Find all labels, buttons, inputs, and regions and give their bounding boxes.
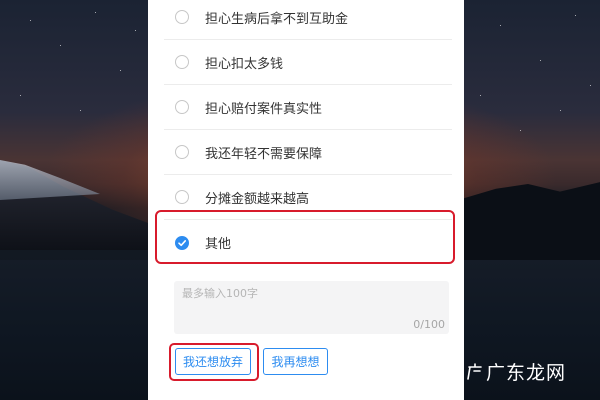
checkmark-icon xyxy=(178,239,186,246)
option-item[interactable]: 分摊金额越来越高 xyxy=(164,175,452,220)
survey-card: 担心生病后拿不到互助金 担心扣太多钱 担心赔付案件真实性 我还年轻不需要保障 分… xyxy=(148,0,464,400)
option-item[interactable]: 担心赔付案件真实性 xyxy=(164,85,452,130)
feedback-placeholder: 最多输入100字 xyxy=(182,287,258,300)
option-label: 担心生病后拿不到互助金 xyxy=(205,11,349,27)
character-counter: 0/100 xyxy=(413,318,445,331)
watermark: 广东龙网 xyxy=(466,358,566,385)
give-up-button[interactable]: 我还想放弃 xyxy=(175,348,251,375)
option-label: 我还年轻不需要保障 xyxy=(205,146,323,162)
rethink-button[interactable]: 我再想想 xyxy=(263,348,328,375)
watermark-text: 广东龙网 xyxy=(486,362,567,384)
option-item[interactable]: 我还年轻不需要保障 xyxy=(164,130,452,175)
option-item-selected[interactable]: 其他 xyxy=(164,220,452,265)
radio-icon[interactable] xyxy=(175,10,189,24)
option-label: 其他 xyxy=(205,237,232,252)
watermark-logo-icon xyxy=(466,362,484,381)
option-item[interactable]: 担心扣太多钱 xyxy=(164,40,452,85)
radio-icon[interactable] xyxy=(175,190,189,204)
option-label: 担心扣太多钱 xyxy=(205,56,284,72)
checked-radio-icon[interactable] xyxy=(175,235,189,250)
option-label: 分摊金额越来越高 xyxy=(205,191,310,207)
option-item[interactable]: 担心生病后拿不到互助金 xyxy=(164,0,452,40)
radio-icon[interactable] xyxy=(175,100,189,114)
radio-icon[interactable] xyxy=(175,145,189,159)
radio-icon[interactable] xyxy=(175,55,189,69)
option-label: 担心赔付案件真实性 xyxy=(205,101,323,117)
